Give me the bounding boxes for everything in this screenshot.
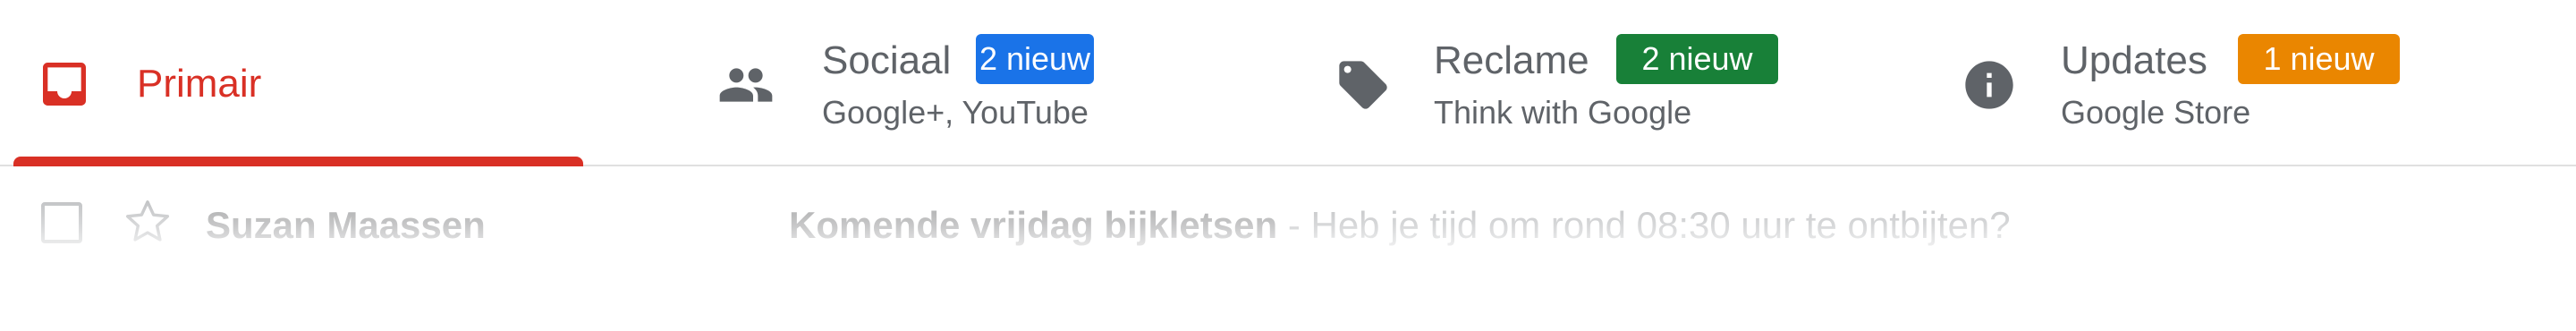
mail-separator: - (1277, 204, 1311, 246)
info-icon (1961, 56, 2018, 114)
inbox-icon (36, 55, 93, 113)
tab-social-title: Sociaal (822, 38, 952, 82)
active-tab-indicator (13, 157, 583, 166)
tab-social-subtitle: Google+, YouTube (822, 94, 1089, 131)
tab-promotions-title: Reclame (1434, 38, 1589, 82)
tab-updates-subtitle: Google Store (2061, 94, 2251, 131)
tab-promotions-subtitle: Think with Google (1434, 94, 1692, 131)
tab-updates[interactable]: Updates 1 nieuw Google Store (1950, 0, 2567, 166)
mail-snippet: Heb je tijd om rond 08:30 uur te ontbijt… (1310, 204, 2011, 246)
tab-primary-label: Primair (137, 62, 262, 106)
mail-row-content: Suzan Maassen Komende vrijdag bijkletsen… (0, 168, 2576, 276)
tab-social-new-badge: 2 nieuw (976, 34, 1094, 84)
tab-updates-new-badge: 1 nieuw (2238, 34, 2400, 84)
tab-primary[interactable]: Primair (0, 0, 626, 166)
select-checkbox[interactable] (41, 202, 82, 243)
tab-social[interactable]: Sociaal 2 nieuw Google+, YouTube (707, 0, 1315, 166)
tag-icon (1335, 56, 1392, 114)
gmail-inbox-tabs-view: Primair Sociaal 2 nieuw Google+, YouTube… (0, 0, 2576, 331)
tab-updates-title: Updates (2061, 38, 2207, 82)
mail-subject: Komende vrijdag bijkletsen (789, 204, 1278, 246)
tab-promotions[interactable]: Reclame 2 nieuw Think with Google (1324, 0, 1941, 166)
star-icon[interactable] (122, 196, 174, 248)
tab-promotions-new-badge: 2 nieuw (1616, 34, 1778, 84)
mail-subject-line: Komende vrijdag bijkletsen - Heb je tijd… (789, 202, 2011, 249)
mail-sender: Suzan Maassen (206, 204, 486, 246)
people-icon (717, 56, 775, 114)
mail-row[interactable]: Suzan Maassen Komende vrijdag bijkletsen… (0, 168, 2576, 331)
category-tab-bar: Primair Sociaal 2 nieuw Google+, YouTube… (0, 0, 2576, 166)
